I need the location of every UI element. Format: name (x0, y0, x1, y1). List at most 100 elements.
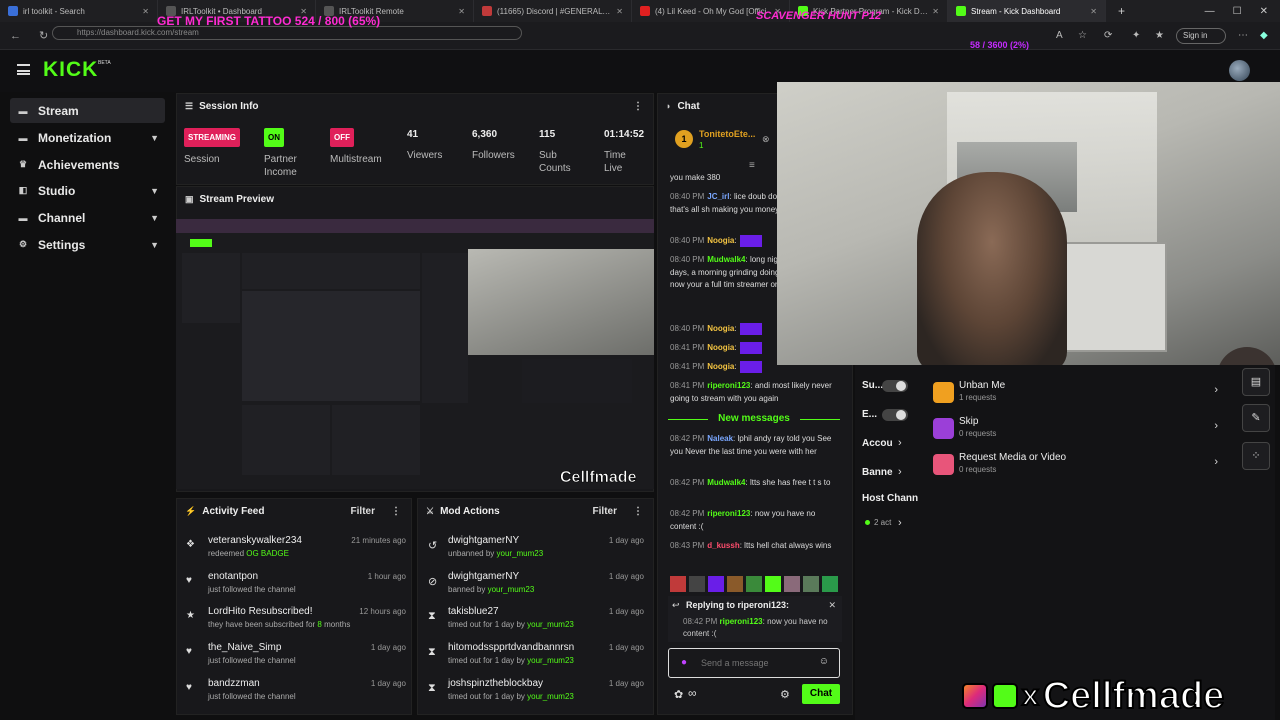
mod-target-user[interactable]: dwightgamerNY (448, 571, 519, 582)
activity-user[interactable]: enotantpon (208, 571, 258, 582)
collections-icon[interactable]: ★ (1155, 30, 1164, 41)
chat-user[interactable]: JC_irl (707, 192, 729, 201)
emote-icon[interactable] (689, 576, 705, 592)
sidebar-item-achievements[interactable]: ♛ Achievements (10, 152, 165, 177)
mod-user[interactable]: your_mum23 (488, 585, 535, 594)
chat-user[interactable]: Mudwalk4 (707, 478, 745, 487)
emote-icon[interactable] (822, 576, 838, 592)
chat-user[interactable]: Noogia (707, 324, 734, 333)
more-options-icon[interactable]: ⋮ (633, 506, 643, 517)
chat-user[interactable]: Noogia (707, 236, 734, 245)
more-options-icon[interactable]: ⋮ (633, 101, 643, 112)
avatar[interactable] (1229, 60, 1250, 81)
new-tab-icon[interactable]: + (1118, 4, 1125, 18)
queue-item-skip[interactable]: Skip 0 requests › (933, 416, 1218, 452)
activity-user[interactable]: bandzzman (208, 678, 260, 689)
send-chat-button[interactable]: Chat (802, 684, 840, 704)
stream-preview-video[interactable]: Cellfmade (176, 219, 654, 489)
chat-text: you make 380 (670, 173, 721, 182)
filter-lines-icon[interactable]: ≡ (749, 160, 755, 171)
chat-user[interactable]: Noogia (707, 343, 734, 352)
chat-user[interactable]: Noogia (707, 362, 734, 371)
filter-button[interactable]: Filter (351, 506, 375, 517)
extensions-icon[interactable]: ⟳ (1104, 30, 1112, 41)
setting-toggle[interactable] (882, 409, 908, 421)
status-badge[interactable]: OFF (330, 128, 354, 147)
emote-icon[interactable] (803, 576, 819, 592)
activity-user[interactable]: LordHito Resubscribed! (208, 606, 313, 617)
setting-toggle[interactable] (882, 380, 908, 392)
mod-target-user[interactable]: dwightgamerNY (448, 535, 519, 546)
tool-panel-icon[interactable]: ▤ (1242, 368, 1270, 396)
wrench-icon[interactable]: ✎ (1242, 404, 1270, 432)
close-window-icon[interactable]: ✕ (1260, 6, 1268, 17)
kick-logo[interactable]: KICK (43, 58, 98, 82)
sidebar-item-channel[interactable]: ▬ Channel ▼ (10, 205, 165, 230)
sidebar-item-stream[interactable]: ▬ Stream (10, 98, 165, 123)
mod-target-user[interactable]: joshspinztheblockbay (448, 678, 543, 689)
close-reply-icon[interactable]: ✕ (828, 600, 836, 611)
browser-tab-3[interactable]: (11665) Discord | #GENERAL | Cellf ✕ (474, 0, 632, 22)
chat-user[interactable]: riperoni123 (707, 381, 750, 390)
close-icon[interactable]: ✕ (458, 7, 465, 16)
mod-user[interactable]: your_mum23 (527, 620, 574, 629)
mod-user[interactable]: your_mum23 (527, 656, 574, 665)
more-icon[interactable]: ⋯ (1238, 30, 1248, 41)
accounts-link[interactable]: Accou (862, 438, 893, 449)
chat-input[interactable] (701, 655, 811, 671)
emote-icon[interactable] (784, 576, 800, 592)
back-icon[interactable]: ← (10, 30, 21, 42)
menu-icon[interactable] (17, 64, 30, 75)
emote-icon[interactable] (708, 576, 724, 592)
read-aloud-icon[interactable]: A (1056, 30, 1063, 41)
url-input[interactable]: https://dashboard.kick.com/stream (52, 26, 522, 40)
copilot-icon[interactable]: ◆ (1260, 30, 1268, 41)
new-messages-divider[interactable]: New messages (668, 413, 840, 425)
activity-user[interactable]: the_Naive_Simp (208, 642, 281, 653)
emote-icon[interactable] (727, 576, 743, 592)
close-icon[interactable]: ✕ (932, 7, 939, 16)
maximize-icon[interactable]: ☐ (1233, 6, 1242, 17)
sidebar-item-studio[interactable]: ◧ Studio ▼ (10, 178, 165, 203)
mod-user[interactable]: your_mum23 (527, 692, 574, 701)
puzzle-icon[interactable]: ✦ (1132, 30, 1140, 41)
close-icon[interactable]: ✕ (616, 7, 623, 16)
sidebar-item-settings[interactable]: ⚙ Settings ▼ (10, 232, 165, 257)
banned-link[interactable]: Banne (862, 467, 893, 478)
more-options-icon[interactable]: ⋮ (391, 506, 401, 517)
chat-user[interactable]: d_kussh (707, 541, 739, 550)
browser-tab-6[interactable]: Stream - Kick Dashboard ✕ (948, 0, 1106, 22)
chat-user[interactable]: Mudwalk4 (707, 255, 745, 264)
mod-target-user[interactable]: takisblue27 (448, 606, 499, 617)
nodes-icon[interactable]: ⁘ (1242, 442, 1270, 470)
activity-user[interactable]: veteranskywalker234 (208, 535, 302, 546)
sticker-icon[interactable]: ✿ (674, 688, 683, 701)
browser-tab-0[interactable]: irl toolkit - Search ✕ (0, 0, 158, 22)
queue-item-unban[interactable]: Unban Me 1 requests › (933, 380, 1218, 416)
chat-user[interactable]: Naleak (707, 434, 733, 443)
close-icon[interactable]: ✕ (1090, 7, 1097, 16)
emoji-icon[interactable]: ☺ (819, 656, 829, 667)
mic-icon[interactable]: ● (681, 657, 687, 668)
status-badge[interactable]: ON (264, 128, 284, 147)
sign-in-button[interactable]: Sign in (1176, 28, 1226, 44)
sidebar-item-monetization[interactable]: ▬ Monetization ▼ (10, 125, 165, 150)
infinity-icon[interactable]: ∞ (688, 686, 697, 700)
emote-icon[interactable] (765, 576, 781, 592)
close-icon[interactable]: ✕ (142, 7, 149, 16)
close-pinned-icon[interactable]: ⊗ (762, 134, 770, 145)
mod-user[interactable]: your_mum23 (497, 549, 544, 558)
chat-settings-icon[interactable]: ⚙ (780, 688, 790, 701)
favorite-icon[interactable]: ☆ (1078, 30, 1087, 41)
preview-sidebar (182, 253, 240, 323)
chat-user[interactable]: riperoni123 (707, 509, 750, 518)
pinned-user-card[interactable]: 1 TonitetoEte... 1 (675, 129, 775, 155)
active-count[interactable]: 2 act (874, 518, 891, 527)
filter-button[interactable]: Filter (593, 506, 617, 517)
emote-icon[interactable] (670, 576, 686, 592)
minimize-icon[interactable]: — (1205, 6, 1215, 17)
mod-target-user[interactable]: hitomodsspprtdvandbannrsn (448, 642, 574, 653)
queue-item-media[interactable]: Request Media or Video 0 requests › (933, 452, 1218, 488)
refresh-icon[interactable]: ↻ (39, 29, 48, 42)
emote-icon[interactable] (746, 576, 762, 592)
